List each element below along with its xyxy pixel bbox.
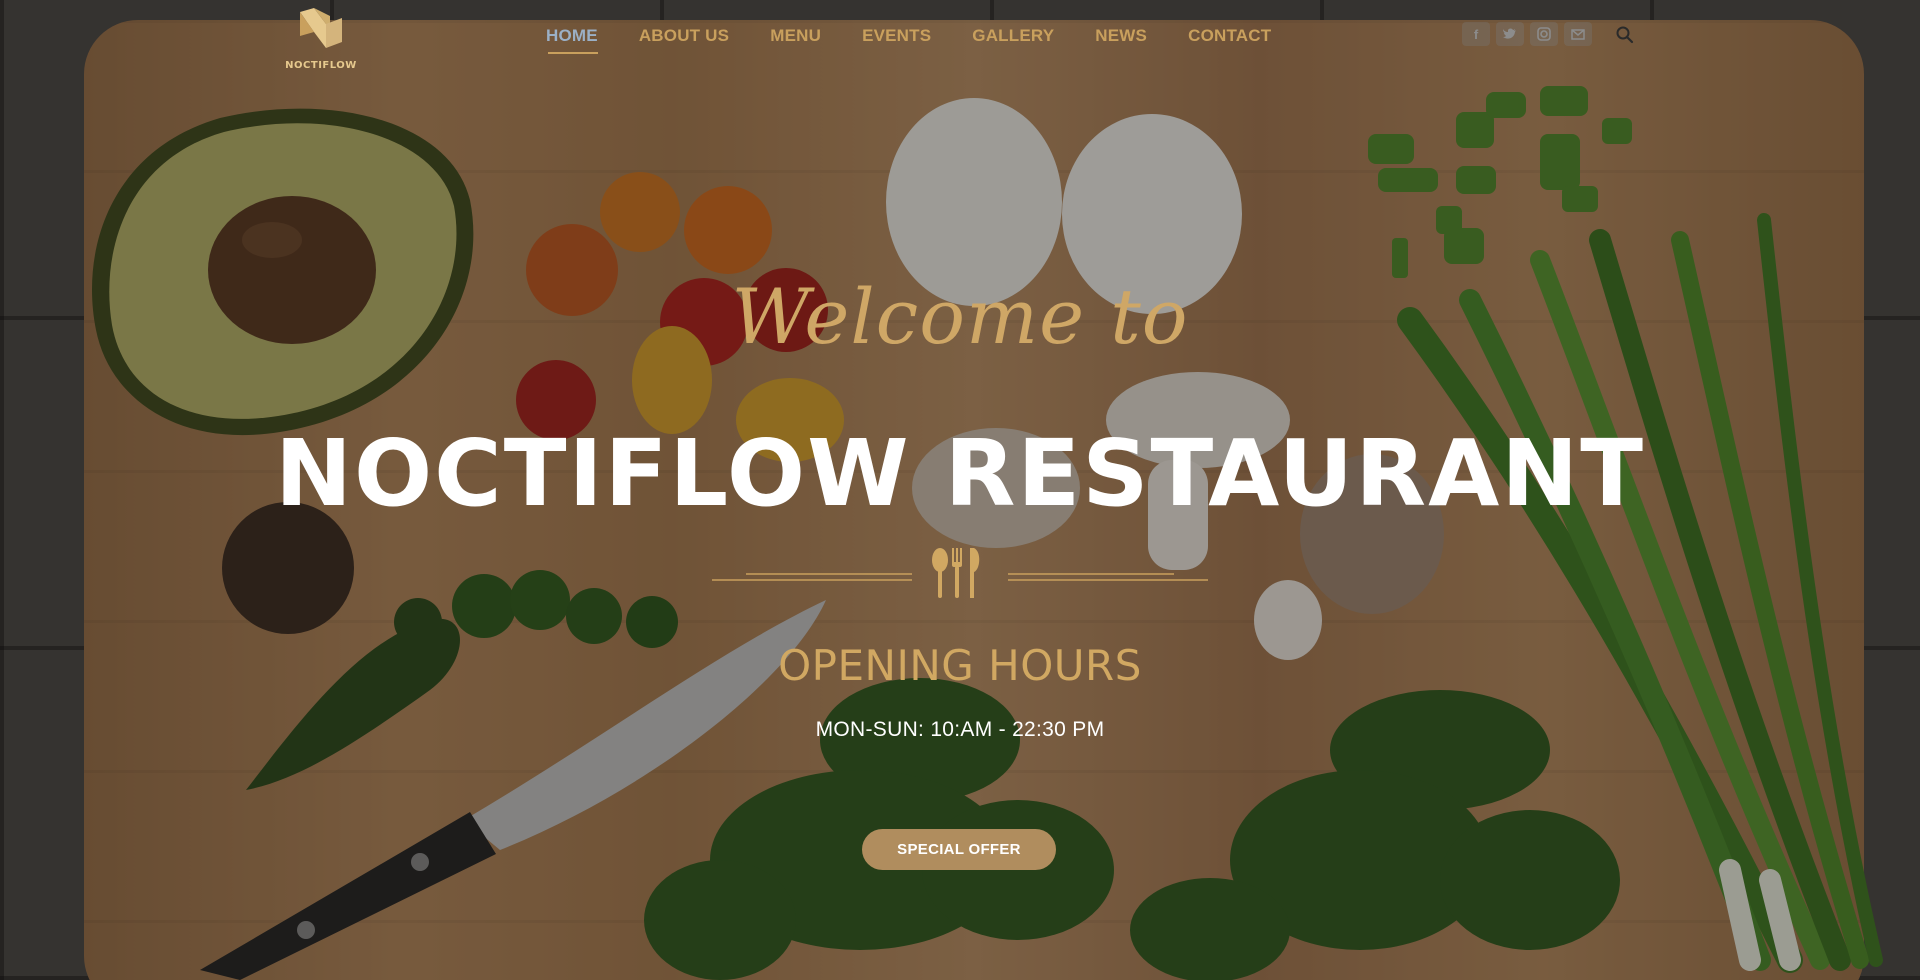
restaurant-title: NOCTIFLOW RESTAURANT (274, 420, 1646, 527)
welcome-heading: Welcome to (731, 272, 1189, 361)
hero-section: Welcome to NOCTIFLOW RESTAURANT OPENING … (0, 0, 1920, 980)
social-links: f (1462, 22, 1592, 46)
logo-icon (300, 8, 342, 48)
logo-text: NOCTIFLOW (285, 60, 357, 71)
logo[interactable]: NOCTIFLOW (284, 6, 358, 71)
nav-item-contact[interactable]: CONTACT (1188, 26, 1271, 46)
opening-hours-text: MON-SUN: 10:AM - 22:30 PM (815, 718, 1105, 741)
opening-hours-heading: OPENING HOURS (778, 641, 1142, 690)
nav-item-about-us[interactable]: ABOUT US (639, 26, 729, 46)
cutlery-icon (932, 548, 980, 598)
nav-item-news[interactable]: NEWS (1095, 26, 1147, 46)
cutlery-divider (712, 548, 1208, 598)
facebook-icon[interactable]: f (1462, 22, 1490, 46)
main-nav: HOME ABOUT US MENU EVENTS GALLERY NEWS C… (546, 26, 1312, 54)
instagram-icon[interactable] (1530, 22, 1558, 46)
special-offer-button[interactable]: SPECIAL OFFER (862, 829, 1056, 870)
nav-item-menu[interactable]: MENU (770, 26, 821, 46)
search-icon[interactable] (1614, 24, 1636, 46)
site-header: NOCTIFLOW HOME ABOUT US MENU EVENTS GALL… (0, 0, 1920, 80)
nav-item-gallery[interactable]: GALLERY (972, 26, 1054, 46)
nav-item-events[interactable]: EVENTS (862, 26, 931, 46)
twitter-icon[interactable] (1496, 22, 1524, 46)
nav-item-home[interactable]: HOME (546, 26, 598, 54)
email-icon[interactable] (1564, 22, 1592, 46)
